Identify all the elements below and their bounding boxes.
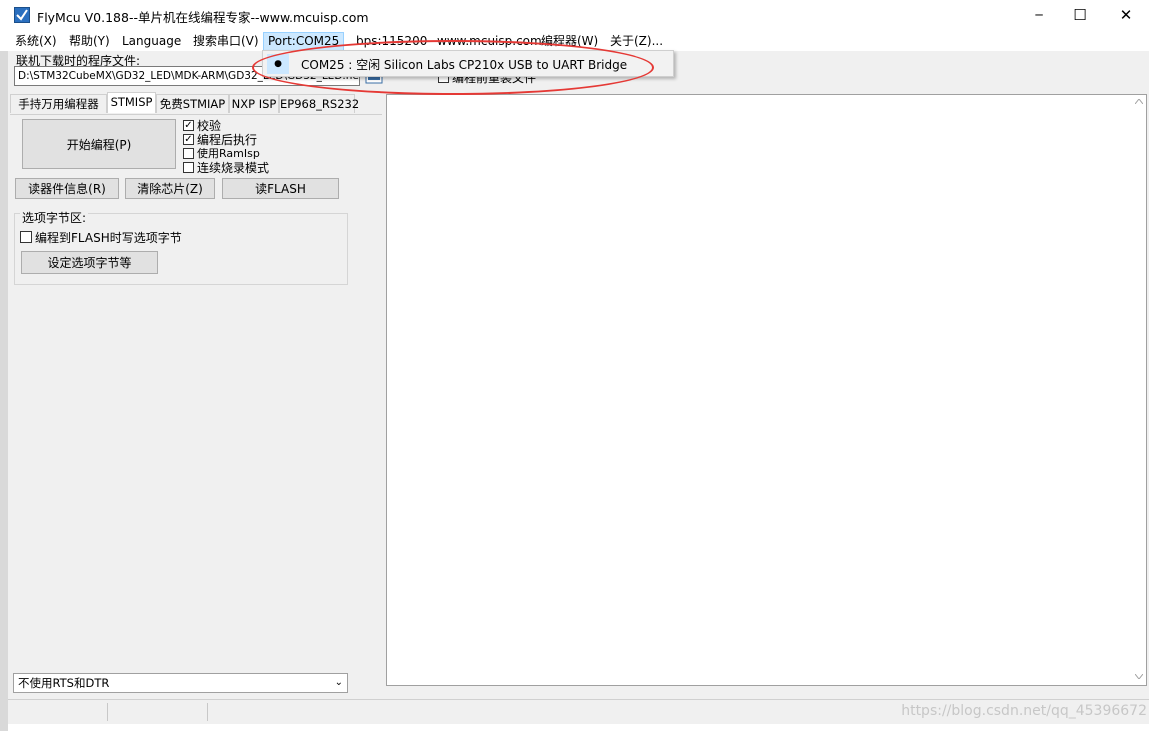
option-bytes-group-label: 选项字节区: [20,209,89,226]
window-edge [1149,51,1157,731]
minimize-icon: ─ [1035,8,1043,22]
verify-checkbox-box[interactable]: ✓ [183,119,194,131]
chevron-down-icon: ⌄ [334,677,343,688]
write-option-checkbox-box[interactable] [20,231,32,243]
csdn-watermark: https://blog.csdn.net/qq_45396672 [901,703,1147,719]
log-scrollbar[interactable] [1131,95,1146,685]
checkmark-icon: ✓ [184,119,193,131]
continuous-burn-checkbox[interactable]: 连续烧录模式 [183,160,270,175]
write-option-bytes-checkbox[interactable]: 编程到FLASH时写选项字节 [20,230,182,245]
continuous-checkbox-box[interactable] [183,161,194,173]
read-flash-button[interactable]: 读FLASH [222,178,339,199]
maximize-button[interactable]: ☐ [1057,0,1103,30]
menu-system[interactable]: 系统(X) [11,33,61,50]
status-divider [207,703,208,721]
close-icon: ✕ [1119,6,1133,24]
scroll-down-icon[interactable] [1135,674,1143,679]
stmisp-tab-content [10,114,382,690]
title-bar: FlyMcu V0.188--单片机在线编程专家--www.mcuisp.com… [0,0,1157,30]
menu-language[interactable]: Language [118,33,185,50]
close-button[interactable]: ✕ [1103,0,1149,30]
window-title: FlyMcu V0.188--单片机在线编程专家--www.mcuisp.com [37,10,369,25]
erase-chip-button[interactable]: 清除芯片(Z) [125,178,215,199]
scroll-up-icon[interactable] [1135,99,1143,104]
set-option-bytes-button[interactable]: 设定选项字节等 [21,251,158,274]
minimize-button[interactable]: ─ [1016,0,1062,30]
checkmark-icon: ✓ [184,133,193,145]
menu-help[interactable]: 帮助(Y) [65,33,114,50]
annotation-ellipse [252,40,654,95]
continuous-label: 连续烧录模式 [197,160,270,175]
log-output-area[interactable] [386,94,1147,686]
tab-stmisp[interactable]: STMISP [107,92,156,113]
status-divider [107,703,108,721]
read-device-info-button[interactable]: 读器件信息(R) [15,178,119,199]
start-program-button[interactable]: 开始编程(P) [22,119,176,169]
maximize-icon: ☐ [1073,6,1087,24]
desktop-background [0,51,8,731]
menu-search-port[interactable]: 搜索串口(V) [189,33,263,50]
run-after-checkbox-box[interactable]: ✓ [183,133,194,145]
rts-dtr-select[interactable]: 不使用RTS和DTR ⌄ [13,673,348,693]
write-option-label: 编程到FLASH时写选项字节 [35,230,182,245]
tab-handheld-programmer[interactable]: 手持万用编程器 [10,94,107,113]
rts-dtr-selected: 不使用RTS和DTR [18,676,110,690]
menu-about[interactable]: 关于(Z)... [606,33,667,50]
tab-free-stmiap[interactable]: 免费STMIAP [156,94,229,113]
app-icon [14,7,30,23]
run-after-program-checkbox[interactable]: ✓ 编程后执行 [183,132,257,147]
tab-nxp-isp[interactable]: NXP ISP [229,94,279,113]
ramisp-checkbox-box[interactable] [183,147,194,159]
tab-ep968-rs232[interactable]: EP968_RS232 [279,94,359,113]
